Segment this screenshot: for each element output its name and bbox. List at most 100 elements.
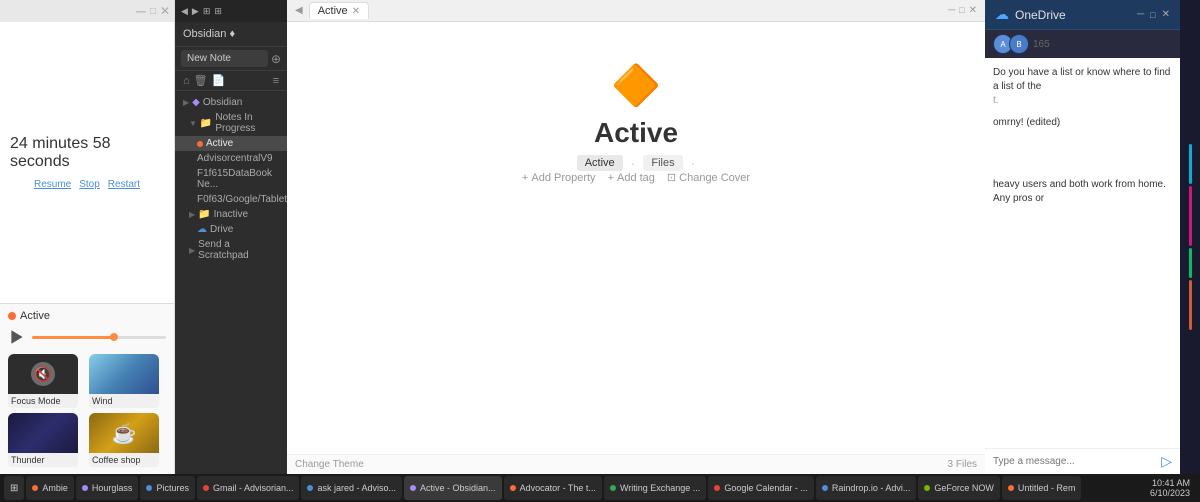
- obsidian-nav-home[interactable]: ⊞: [203, 6, 211, 17]
- writing-label: Writing Exchange ...: [620, 483, 700, 493]
- taskbar-pictures[interactable]: Pictures: [140, 476, 195, 500]
- tree-file-active[interactable]: Active: [175, 136, 287, 151]
- google-cal-dot: [714, 485, 720, 491]
- send-message-button[interactable]: ▷: [1161, 453, 1172, 470]
- note-nav-back[interactable]: ◀: [295, 5, 303, 16]
- taskbar: ⊞ Ambie Hourglass Pictures Gmail - Advis…: [0, 474, 1200, 502]
- new-note-button[interactable]: New Note: [181, 50, 268, 67]
- taskbar-google-cal[interactable]: Google Calendar - ...: [708, 476, 814, 500]
- note-min-btn[interactable]: ─: [948, 5, 955, 16]
- sound-indicator: [8, 312, 16, 320]
- note-tab-active[interactable]: Active ✕: [309, 2, 369, 19]
- note-tag-active[interactable]: Active: [577, 155, 623, 171]
- taskbar-clock: 10:41 AM 6/10/2023: [1144, 478, 1196, 498]
- onedrive-max-btn[interactable]: □: [1150, 10, 1155, 20]
- chat-input[interactable]: [993, 456, 1161, 467]
- wind-label: Wind: [89, 394, 159, 408]
- obsidian-nav-back[interactable]: ◀: [181, 6, 188, 17]
- taskbar-start[interactable]: ⊞: [4, 476, 24, 500]
- taskbar-geforce[interactable]: GeForce NOW: [918, 476, 1000, 500]
- note-max-btn[interactable]: □: [959, 5, 964, 16]
- note-content: 🔶 Active Active · Files · + Add Property…: [287, 22, 985, 454]
- timer-controls: Resume Stop Restart: [34, 179, 140, 190]
- files-icon[interactable]: 📄: [212, 74, 226, 87]
- note-tags: Active · Files ·: [367, 155, 905, 171]
- tree-file-f1f615[interactable]: F1f615DataBook Ne...: [175, 166, 287, 192]
- change-cover-icon: ⊡: [667, 171, 676, 184]
- play-pause-button[interactable]: [8, 328, 26, 346]
- timer-max-btn[interactable]: □: [150, 6, 156, 17]
- tree-vault-obsidian[interactable]: ▶ ◆ Obsidian: [175, 95, 287, 110]
- add-property-button[interactable]: + Add Property: [522, 172, 596, 184]
- onedrive-close-btn[interactable]: ✕: [1162, 9, 1170, 20]
- chat-messages-area: Do you have a list or know where to find…: [985, 58, 1180, 448]
- timer-stop-button[interactable]: Stop: [79, 179, 100, 190]
- tree-file-drive[interactable]: ☁ Drive: [175, 222, 287, 237]
- drive-icon: ☁: [197, 224, 207, 235]
- sound-title: Active: [20, 310, 50, 322]
- timer-resume-button[interactable]: Resume: [34, 179, 71, 190]
- note-main-title: Active: [367, 117, 905, 149]
- sound-grid: 🔇 Focus Mode Wind Thunder ☕ Coffee shop: [8, 354, 166, 468]
- sound-card-wind[interactable]: Wind: [89, 354, 159, 409]
- tree-notes-in-progress[interactable]: ▼ 📁 Notes In Progress: [175, 110, 287, 136]
- taskbar-ask-jared[interactable]: ask jared - Adviso...: [301, 476, 402, 500]
- google-cal-label: Google Calendar - ...: [724, 483, 808, 493]
- chat-spacer: [993, 138, 1172, 178]
- taskbar-writing[interactable]: Writing Exchange ...: [604, 476, 706, 500]
- tree-file-f0f63[interactable]: F0f63/Google/Tablet...: [175, 192, 287, 207]
- note-tab-close[interactable]: ✕: [352, 6, 360, 17]
- obsidian-taskbar-label: Active - Obsidian...: [420, 483, 496, 493]
- hourglass-label: Hourglass: [92, 483, 133, 493]
- f0f63-label: F0f63/Google/Tablet...: [197, 194, 287, 205]
- taskbar-hourglass[interactable]: Hourglass: [76, 476, 139, 500]
- tags-separator: ·: [631, 155, 636, 171]
- sound-card-coffee[interactable]: ☕ Coffee shop: [89, 413, 159, 468]
- onedrive-min-btn[interactable]: ─: [1137, 9, 1144, 20]
- tree-folder-scratch[interactable]: ▶ Send a Scratchpad: [175, 237, 287, 263]
- thunder-bg: [8, 413, 78, 453]
- sound-card-focus[interactable]: 🔇 Focus Mode: [8, 354, 78, 409]
- taskbar-obsidian[interactable]: Active - Obsidian...: [404, 476, 502, 500]
- obsidian-nav-forward[interactable]: ▶: [192, 6, 199, 17]
- note-tag-files[interactable]: Files: [643, 155, 682, 171]
- notes-folder-icon: 📁: [200, 118, 212, 129]
- tree-file-advisorcentral[interactable]: AdvisorcentralV9: [175, 151, 287, 166]
- clock-time: 10:41 AM: [1150, 478, 1190, 488]
- note-theme-label[interactable]: Change Theme: [295, 459, 364, 470]
- chat-message-2: omrny! (edited): [993, 116, 1172, 130]
- sound-header: Active: [8, 310, 166, 322]
- new-note-icon[interactable]: ⊕: [271, 52, 281, 66]
- volume-slider[interactable]: [32, 336, 166, 339]
- ask-jared-label: ask jared - Adviso...: [317, 483, 396, 493]
- change-cover-button[interactable]: ⊡ Change Cover: [667, 171, 750, 184]
- timer-min-btn[interactable]: ─: [136, 4, 146, 18]
- taskbar-untitled[interactable]: Untitled - Rem: [1002, 476, 1082, 500]
- taskbar-raindrop[interactable]: Raindrop.io - Advi...: [816, 476, 917, 500]
- list-icon[interactable]: ≡: [273, 75, 279, 87]
- thunder-label: Thunder: [8, 453, 78, 467]
- sound-card-thunder[interactable]: Thunder: [8, 413, 78, 468]
- pictures-label: Pictures: [156, 483, 189, 493]
- note-close-btn[interactable]: ✕: [969, 5, 977, 16]
- scratch-label: Send a Scratchpad: [198, 239, 279, 261]
- timer-restart-button[interactable]: Restart: [108, 179, 140, 190]
- taskbar-gmail[interactable]: Gmail - Advisorian...: [197, 476, 300, 500]
- taskbar-advocator[interactable]: Advocator - The t...: [504, 476, 602, 500]
- note-titlebar: ◀ Active ✕ ─ □ ✕: [287, 0, 985, 22]
- ambie-label: Ambie: [42, 483, 68, 493]
- obsidian-nav-grid[interactable]: ⊞: [214, 6, 222, 17]
- home-icon[interactable]: ⌂: [183, 75, 190, 87]
- focus-mode-bg: 🔇: [8, 354, 78, 394]
- tree-folder-inactive[interactable]: ▶ 📁 Inactive: [175, 207, 287, 222]
- onedrive-logo-icon: ☁: [995, 6, 1009, 23]
- timer-close-btn[interactable]: ✕: [160, 4, 170, 18]
- inactive-chevron: ▶: [189, 210, 195, 219]
- obsidian-titlebar: ◀ ▶ ⊞ ⊞: [175, 0, 287, 22]
- taskbar-ambie[interactable]: Ambie: [26, 476, 74, 500]
- vault-label: Obsidian: [203, 97, 242, 108]
- obsidian-header: Obsidian ♦: [175, 22, 287, 47]
- trash-icon[interactable]: 🗑: [194, 74, 208, 87]
- add-tag-button[interactable]: + Add tag: [608, 172, 655, 184]
- volume-thumb[interactable]: [110, 333, 118, 341]
